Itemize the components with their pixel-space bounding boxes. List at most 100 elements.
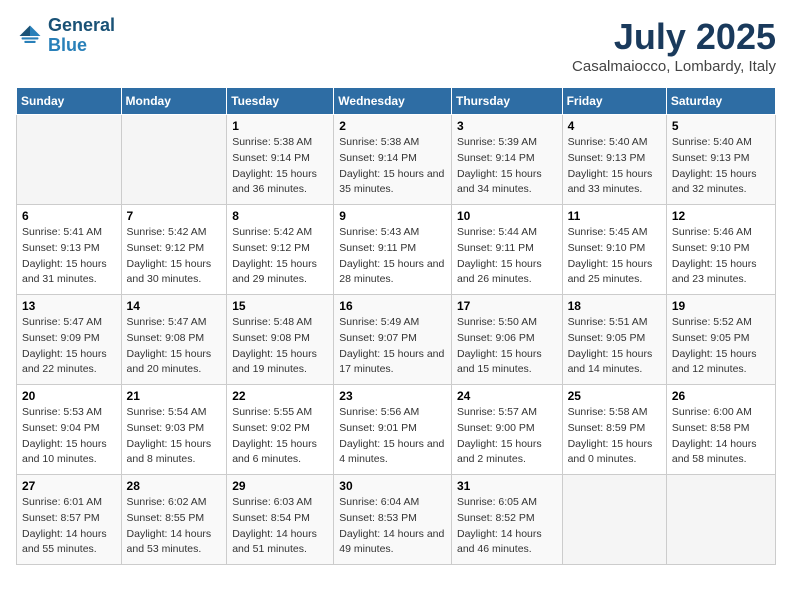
week-row-4: 20 Sunrise: 5:53 AM Sunset: 9:04 PM Dayli… (17, 385, 776, 475)
day-number: 16 (339, 299, 446, 313)
logo-icon (16, 22, 44, 50)
calendar-cell: 7Sunrise: 5:42 AM Sunset: 9:12 PM Daylig… (121, 205, 227, 295)
day-info: Sunrise: 5:39 AM Sunset: 9:14 PM Dayligh… (457, 135, 557, 198)
calendar-cell: 8 Sunrise: 5:42 AM Sunset: 9:12 PM Daylig… (227, 205, 334, 295)
calendar-cell: 30 Sunrise: 6:04 AM Sunset: 8:53 PM Dayli… (334, 475, 452, 565)
day-info: Sunrise: 5:41 AM Sunset: 9:13 PM Dayligh… (22, 225, 116, 288)
day-number: 24 (457, 389, 557, 403)
calendar-cell: 17 Sunrise: 5:50 AM Sunset: 9:06 PM Dayli… (451, 295, 562, 385)
day-number: 22 (232, 389, 328, 403)
day-number: 11 (568, 209, 661, 223)
calendar-cell: 13 Sunrise: 5:47 AM Sunset: 9:09 PM Dayli… (17, 295, 122, 385)
weekday-header-wednesday: Wednesday (334, 88, 452, 115)
logo-text: General Blue (48, 16, 115, 56)
page-header: General Blue July 2025 Casalmaiocco, Lom… (16, 16, 776, 75)
day-info: Sunrise: 6:02 AM Sunset: 8:55 PM Dayligh… (127, 495, 222, 558)
calendar-cell: 22 Sunrise: 5:55 AM Sunset: 9:02 PM Dayli… (227, 385, 334, 475)
day-number: 1 (232, 119, 328, 133)
day-info: Sunrise: 5:52 AM Sunset: 9:05 PM Dayligh… (672, 315, 770, 378)
calendar-cell (121, 115, 227, 205)
calendar-cell (17, 115, 122, 205)
day-number: 26 (672, 389, 770, 403)
day-number: 14 (127, 299, 222, 313)
calendar-cell: 18 Sunrise: 5:51 AM Sunset: 9:05 PM Dayli… (562, 295, 666, 385)
weekday-header-row: SundayMondayTuesdayWednesdayThursdayFrid… (17, 88, 776, 115)
calendar-cell: 6 Sunrise: 5:41 AM Sunset: 9:13 PM Daylig… (17, 205, 122, 295)
day-number: 15 (232, 299, 328, 313)
day-number: 13 (22, 299, 116, 313)
calendar-cell: 25 Sunrise: 5:58 AM Sunset: 8:59 PM Dayli… (562, 385, 666, 475)
day-info: Sunrise: 5:56 AM Sunset: 9:01 PM Dayligh… (339, 405, 446, 468)
day-number: 8 (232, 209, 328, 223)
day-info: Sunrise: 5:40 AM Sunset: 9:13 PM Dayligh… (568, 135, 661, 198)
weekday-header-sunday: Sunday (17, 88, 122, 115)
day-number: 3 (457, 119, 557, 133)
calendar-cell: 9 Sunrise: 5:43 AM Sunset: 9:11 PM Daylig… (334, 205, 452, 295)
day-number: 10 (457, 209, 557, 223)
calendar-cell: 14Sunrise: 5:47 AM Sunset: 9:08 PM Dayli… (121, 295, 227, 385)
day-number: 17 (457, 299, 557, 313)
day-info: Sunrise: 5:40 AM Sunset: 9:13 PM Dayligh… (672, 135, 770, 198)
day-info: Sunrise: 5:45 AM Sunset: 9:10 PM Dayligh… (568, 225, 661, 288)
calendar-cell: 2Sunrise: 5:38 AM Sunset: 9:14 PM Daylig… (334, 115, 452, 205)
day-info: Sunrise: 5:51 AM Sunset: 9:05 PM Dayligh… (568, 315, 661, 378)
day-number: 25 (568, 389, 661, 403)
day-number: 7 (127, 209, 222, 223)
calendar-cell: 15Sunrise: 5:48 AM Sunset: 9:08 PM Dayli… (227, 295, 334, 385)
day-info: Sunrise: 5:43 AM Sunset: 9:11 PM Dayligh… (339, 225, 446, 288)
title-block: July 2025 Casalmaiocco, Lombardy, Italy (572, 16, 776, 75)
calendar-cell: 26 Sunrise: 6:00 AM Sunset: 8:58 PM Dayli… (666, 385, 775, 475)
day-info: Sunrise: 5:50 AM Sunset: 9:06 PM Dayligh… (457, 315, 557, 378)
weekday-header-tuesday: Tuesday (227, 88, 334, 115)
calendar-cell (562, 475, 666, 565)
day-info: Sunrise: 5:58 AM Sunset: 8:59 PM Dayligh… (568, 405, 661, 468)
day-number: 6 (22, 209, 116, 223)
weekday-header-monday: Monday (121, 88, 227, 115)
day-number: 9 (339, 209, 446, 223)
day-info: Sunrise: 6:01 AM Sunset: 8:57 PM Dayligh… (22, 495, 116, 558)
calendar-cell: 31 Sunrise: 6:05 AM Sunset: 8:52 PM Dayli… (451, 475, 562, 565)
day-info: Sunrise: 5:47 AM Sunset: 9:09 PM Dayligh… (22, 315, 116, 378)
calendar-table: SundayMondayTuesdayWednesdayThursdayFrid… (16, 87, 776, 565)
day-number: 31 (457, 479, 557, 493)
day-info: Sunrise: 5:38 AM Sunset: 9:14 PM Dayligh… (232, 135, 328, 198)
calendar-cell: 12 Sunrise: 5:46 AM Sunset: 9:10 PM Dayli… (666, 205, 775, 295)
week-row-2: 6 Sunrise: 5:41 AM Sunset: 9:13 PM Daylig… (17, 205, 776, 295)
day-info: Sunrise: 5:46 AM Sunset: 9:10 PM Dayligh… (672, 225, 770, 288)
calendar-cell: 24 Sunrise: 5:57 AM Sunset: 9:00 PM Dayli… (451, 385, 562, 475)
calendar-cell (666, 475, 775, 565)
week-row-1: 1 Sunrise: 5:38 AM Sunset: 9:14 PM Daylig… (17, 115, 776, 205)
calendar-cell: 29Sunrise: 6:03 AM Sunset: 8:54 PM Dayli… (227, 475, 334, 565)
day-info: Sunrise: 6:05 AM Sunset: 8:52 PM Dayligh… (457, 495, 557, 558)
location: Casalmaiocco, Lombardy, Italy (572, 58, 776, 75)
day-number: 23 (339, 389, 446, 403)
weekday-header-saturday: Saturday (666, 88, 775, 115)
day-number: 29 (232, 479, 328, 493)
day-number: 4 (568, 119, 661, 133)
day-number: 19 (672, 299, 770, 313)
day-number: 5 (672, 119, 770, 133)
calendar-cell: 10 Sunrise: 5:44 AM Sunset: 9:11 PM Dayli… (451, 205, 562, 295)
day-info: Sunrise: 5:38 AM Sunset: 9:14 PM Dayligh… (339, 135, 446, 198)
day-info: Sunrise: 5:44 AM Sunset: 9:11 PM Dayligh… (457, 225, 557, 288)
day-info: Sunrise: 5:54 AM Sunset: 9:03 PM Dayligh… (127, 405, 222, 468)
day-info: Sunrise: 6:04 AM Sunset: 8:53 PM Dayligh… (339, 495, 446, 558)
calendar-cell: 4 Sunrise: 5:40 AM Sunset: 9:13 PM Daylig… (562, 115, 666, 205)
calendar-cell: 5 Sunrise: 5:40 AM Sunset: 9:13 PM Daylig… (666, 115, 775, 205)
day-number: 12 (672, 209, 770, 223)
day-info: Sunrise: 5:49 AM Sunset: 9:07 PM Dayligh… (339, 315, 446, 378)
day-info: Sunrise: 6:00 AM Sunset: 8:58 PM Dayligh… (672, 405, 770, 468)
calendar-cell: 20 Sunrise: 5:53 AM Sunset: 9:04 PM Dayli… (17, 385, 122, 475)
day-info: Sunrise: 5:55 AM Sunset: 9:02 PM Dayligh… (232, 405, 328, 468)
calendar-cell: 28Sunrise: 6:02 AM Sunset: 8:55 PM Dayli… (121, 475, 227, 565)
day-info: Sunrise: 5:53 AM Sunset: 9:04 PM Dayligh… (22, 405, 116, 468)
calendar-cell: 16 Sunrise: 5:49 AM Sunset: 9:07 PM Dayli… (334, 295, 452, 385)
calendar-cell: 21Sunrise: 5:54 AM Sunset: 9:03 PM Dayli… (121, 385, 227, 475)
day-info: Sunrise: 5:42 AM Sunset: 9:12 PM Dayligh… (232, 225, 328, 288)
month-title: July 2025 (572, 16, 776, 58)
calendar-cell: 27Sunrise: 6:01 AM Sunset: 8:57 PM Dayli… (17, 475, 122, 565)
day-info: Sunrise: 5:57 AM Sunset: 9:00 PM Dayligh… (457, 405, 557, 468)
day-number: 30 (339, 479, 446, 493)
day-number: 18 (568, 299, 661, 313)
day-number: 20 (22, 389, 116, 403)
